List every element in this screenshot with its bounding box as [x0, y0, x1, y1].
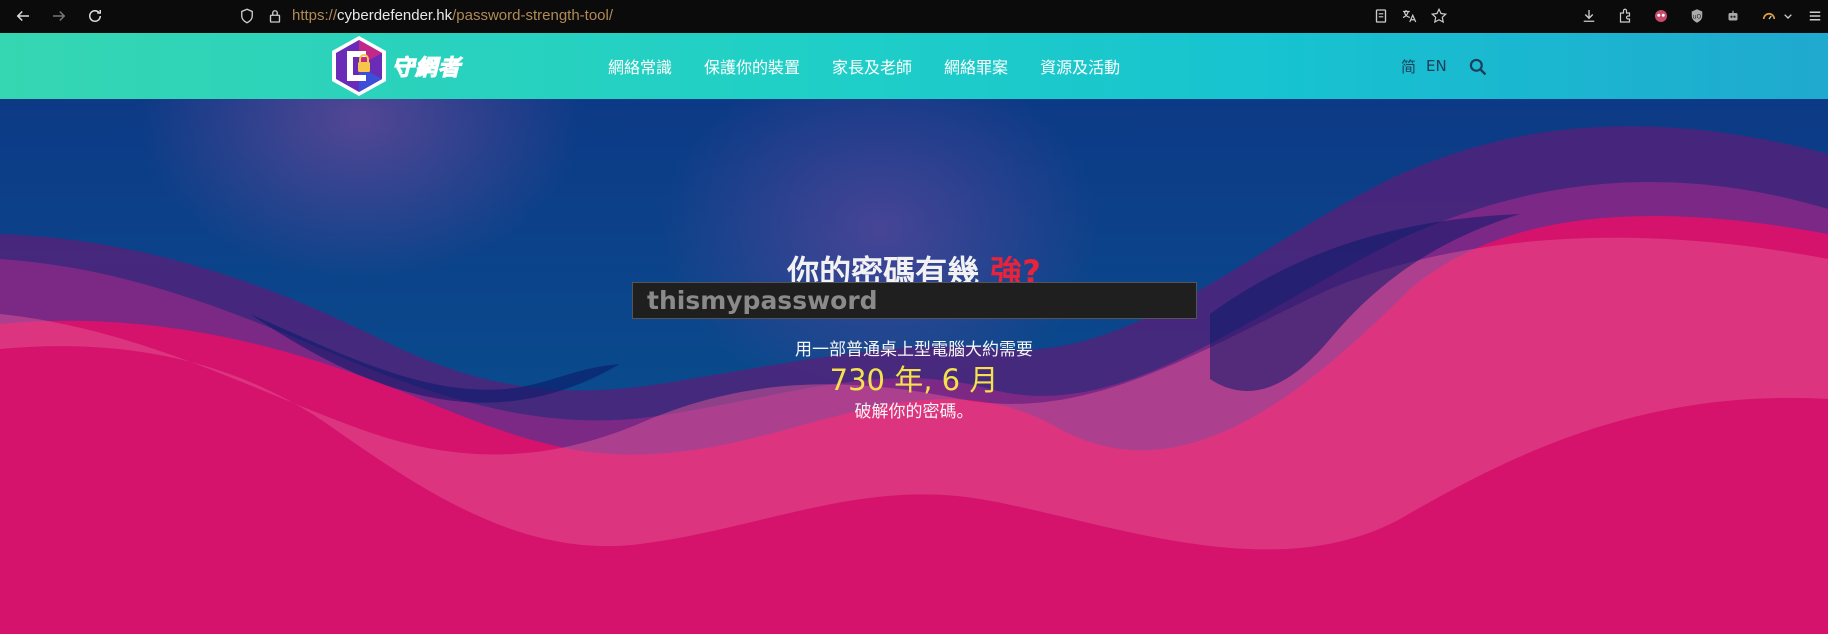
browser-toolbar: https://cyberdefender.hk/password-streng… [0, 0, 1828, 33]
address-bar[interactable]: https://cyberdefender.hk/password-streng… [292, 5, 613, 27]
password-input[interactable] [632, 282, 1197, 319]
account-icon[interactable] [1650, 5, 1672, 27]
search-icon[interactable] [1468, 57, 1488, 77]
star-icon[interactable] [1428, 5, 1450, 27]
chevron-down-icon[interactable] [1780, 5, 1796, 27]
logo-text: 守網者 [391, 56, 462, 82]
shield-icon[interactable] [236, 5, 258, 27]
lock-icon[interactable] [264, 5, 286, 27]
lang-simplified-chinese[interactable]: 简 [1401, 33, 1416, 99]
main-nav: 網絡常識 保護你的裝置 家長及老師 網絡罪案 資源及活動 [608, 33, 1152, 99]
nav-item-internet-knowledge[interactable]: 網絡常識 [608, 54, 672, 78]
back-icon[interactable] [12, 5, 34, 27]
ublock-icon[interactable]: uO [1686, 5, 1708, 27]
translate-icon[interactable] [1398, 5, 1420, 27]
crack-time-value: 730 年, 6 月 [829, 363, 999, 397]
download-icon[interactable] [1578, 5, 1600, 27]
lang-english[interactable]: EN [1426, 33, 1447, 99]
svg-text:uO: uO [1693, 13, 1702, 20]
hero-section: 你的密碼有幾 強? 用一部普通桌上型電腦大約需要 730 年, 6 月 破解你的… [0, 99, 1828, 634]
forward-icon[interactable] [48, 5, 70, 27]
nav-item-resources-events[interactable]: 資源及活動 [1040, 54, 1120, 78]
url-host: cyberdefender.hk [337, 7, 453, 24]
extensions-icon[interactable] [1614, 5, 1636, 27]
logo-hexagon-icon [332, 36, 386, 96]
result-suffix-text: 破解你的密碼。 [854, 402, 974, 422]
nav-item-protect-devices[interactable]: 保護你的裝置 [704, 54, 800, 78]
nav-item-parents-teachers[interactable]: 家長及老師 [832, 54, 912, 78]
site-logo[interactable]: 守網者 [328, 35, 461, 97]
site-header: 守網者 網絡常識 保護你的裝置 家長及老師 網絡罪案 資源及活動 简 EN [0, 33, 1828, 99]
reader-icon[interactable] [1370, 5, 1392, 27]
robot-icon[interactable] [1722, 5, 1744, 27]
url-path: /password-strength-tool/ [452, 7, 614, 24]
url-scheme: https:// [292, 7, 338, 24]
gauge-icon[interactable] [1758, 5, 1780, 27]
nav-item-cyber-crime[interactable]: 網絡罪案 [944, 54, 1008, 78]
reload-icon[interactable] [84, 5, 106, 27]
menu-icon[interactable] [1804, 5, 1826, 27]
